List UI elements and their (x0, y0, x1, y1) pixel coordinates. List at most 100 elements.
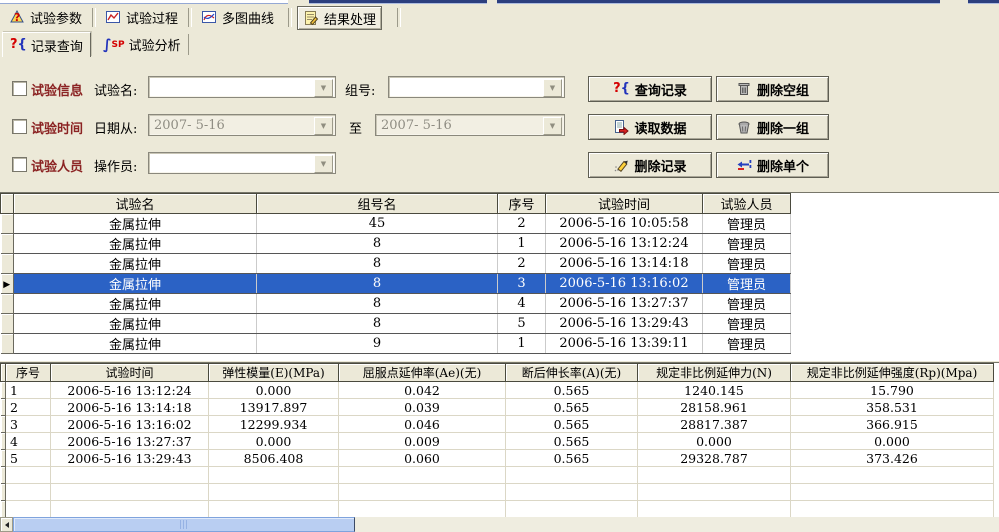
date-from-combobox[interactable]: 2007- 5-16 ▼ (148, 114, 336, 136)
cell: 2006-5-16 13:29:43 (51, 450, 209, 467)
date-to-combobox[interactable]: 2007- 5-16 ▼ (375, 114, 565, 136)
tab-test-analysis[interactable]: ∫SP 试验分析 (96, 34, 189, 55)
test-info-checkbox-label: 试验信息 (31, 80, 83, 99)
table-row-selected[interactable]: ▶ 金属拉伸 8 3 2006-5-16 13:16:02 管理员 (1, 274, 791, 294)
chevron-down-icon[interactable]: ▼ (314, 155, 333, 173)
svg-text:?: ? (14, 11, 20, 24)
table-row[interactable]: 金属拉伸 8 4 2006-5-16 13:27:37 管理员 (1, 294, 791, 314)
toolbar-item-results[interactable]: 结果处理 (297, 6, 382, 30)
test-name-combobox[interactable]: ▼ (148, 76, 336, 98)
cell (791, 467, 994, 484)
scroll-left-button[interactable] (0, 517, 13, 532)
table-row[interactable]: 2 2006-5-16 13:14:18 13917.897 0.039 0.5… (1, 399, 994, 416)
cell: 358.531 (791, 399, 994, 416)
chevron-down-icon[interactable]: ▼ (543, 79, 562, 97)
group-number-combobox[interactable]: ▼ (388, 76, 565, 98)
cell: 1 (6, 382, 51, 399)
toolbar-separator (92, 8, 96, 27)
scrollbar-grip-icon (180, 520, 189, 529)
cell (791, 484, 994, 501)
toolbar-item-test-params[interactable]: ? 试验参数 (4, 6, 87, 28)
cell (339, 501, 506, 518)
toolbar-item-test-process[interactable]: 试验过程 (100, 6, 183, 28)
table-row[interactable]: 1 2006-5-16 13:12:24 0.000 0.042 0.565 1… (1, 382, 994, 399)
cell (51, 484, 209, 501)
horizontal-scrollbar[interactable] (0, 517, 999, 532)
test-analysis-icon: ∫SP (103, 38, 125, 52)
delete-records-button[interactable]: 删除记录 (588, 152, 712, 178)
record-query-icon: ?{ (10, 38, 27, 52)
cell: 4 (6, 433, 51, 450)
cell: 8 (257, 234, 498, 254)
cell (209, 501, 339, 518)
cell: 28817.387 (638, 416, 791, 433)
cell: 金属拉伸 (14, 314, 257, 334)
test-time-checkbox[interactable] (12, 119, 27, 134)
query-records-button[interactable]: ?{ 查询记录 (588, 76, 712, 102)
delete-single-button[interactable]: 删除单个 (716, 152, 829, 178)
toolbar-separator (397, 8, 401, 27)
table-row[interactable]: 金属拉伸 9 1 2006-5-16 13:39:11 管理员 (1, 334, 791, 354)
column-header: 组号名 (257, 194, 498, 214)
cell (6, 501, 51, 518)
cell: 2006-5-16 13:16:02 (51, 416, 209, 433)
cell (51, 501, 209, 518)
document-arrow-icon (613, 119, 629, 135)
table-row[interactable]: 4 2006-5-16 13:27:37 0.000 0.009 0.565 0… (1, 433, 994, 450)
cell: 373.426 (791, 450, 994, 467)
cell: 管理员 (703, 294, 791, 314)
cell: 2 (6, 399, 51, 416)
toolbar-item-multi-curves[interactable]: 多图曲线 (196, 6, 279, 28)
cell (339, 467, 506, 484)
tab-label: 记录查询 (31, 36, 83, 55)
cell: 2006-5-16 13:29:43 (546, 314, 703, 334)
button-label: 删除空组 (757, 80, 809, 99)
table-row[interactable]: 金属拉伸 45 2 2006-5-16 10:05:58 管理员 (1, 214, 791, 234)
test-info-checkbox[interactable] (12, 81, 27, 96)
scroll-left-arrow-icon (5, 522, 9, 528)
cell: 15.790 (791, 382, 994, 399)
sub-tabbar: ?{ 记录查询 ∫SP 试验分析 (0, 31, 999, 57)
result-details-grid: 序号 试验时间 弹性模量(E)(MPa) 屈服点延伸率(Ae)(无) 断后伸长率… (0, 362, 999, 518)
cell: 13917.897 (209, 399, 339, 416)
cell (51, 467, 209, 484)
test-time-checkbox-label: 试验时间 (31, 118, 83, 137)
table-row[interactable]: 金属拉伸 8 5 2006-5-16 13:29:43 管理员 (1, 314, 791, 334)
chevron-down-icon[interactable]: ▼ (314, 79, 333, 97)
scrollbar-thumb[interactable] (13, 517, 355, 532)
empty-row (1, 484, 994, 501)
cell: 0.060 (339, 450, 506, 467)
operator-combobox[interactable]: ▼ (148, 152, 336, 174)
read-data-button[interactable]: 读取数据 (588, 114, 712, 140)
cell: 0.000 (791, 433, 994, 450)
cell: 2 (498, 254, 546, 274)
cell (339, 484, 506, 501)
table-row[interactable]: 5 2006-5-16 13:29:43 8506.408 0.060 0.56… (1, 450, 994, 467)
table-row[interactable]: 金属拉伸 8 2 2006-5-16 13:14:18 管理员 (1, 254, 791, 274)
cell: 管理员 (703, 314, 791, 334)
cell: 29328.787 (638, 450, 791, 467)
cell: 0.000 (209, 382, 339, 399)
arrow-minus-icon (736, 157, 752, 173)
table-row[interactable]: 金属拉伸 8 1 2006-5-16 13:12:24 管理员 (1, 234, 791, 254)
delete-empty-groups-button[interactable]: 删除空组 (716, 76, 829, 102)
button-label: 查询记录 (635, 80, 687, 99)
cell: 2006-5-16 13:39:11 (546, 334, 703, 354)
test-operator-checkbox[interactable] (12, 157, 27, 172)
cell: 0.046 (339, 416, 506, 433)
chevron-down-icon[interactable]: ▼ (314, 117, 333, 135)
toolbar-item-label: 试验过程 (126, 8, 178, 27)
cell: 5 (6, 450, 51, 467)
button-label: 删除一组 (757, 118, 809, 137)
tab-record-query[interactable]: ?{ 记录查询 (2, 32, 91, 57)
chevron-down-icon[interactable]: ▼ (543, 117, 562, 135)
cell (791, 501, 994, 518)
cell: 管理员 (703, 254, 791, 274)
cell (6, 467, 51, 484)
column-header: 弹性模量(E)(MPa) (209, 364, 339, 382)
cell: 0.000 (209, 433, 339, 450)
cell: 2006-5-16 13:12:24 (546, 234, 703, 254)
delete-one-group-button[interactable]: 删除一组 (716, 114, 829, 140)
table-row[interactable]: 3 2006-5-16 13:16:02 12299.934 0.046 0.5… (1, 416, 994, 433)
cell: 2 (498, 214, 546, 234)
